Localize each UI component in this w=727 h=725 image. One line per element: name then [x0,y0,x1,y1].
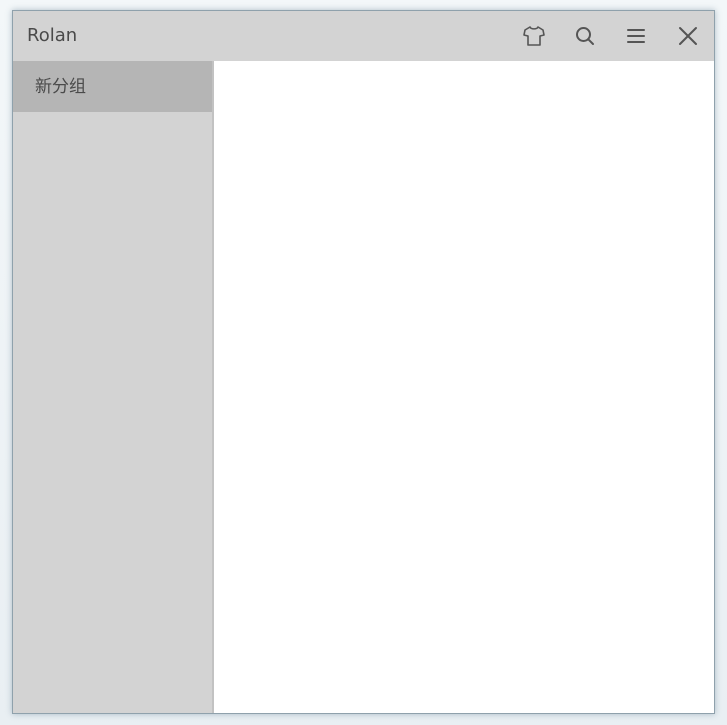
desktop-background: Rolan 新分组 [0,0,727,725]
group-sidebar: 新分组 [13,61,214,713]
search-icon [574,25,596,47]
shirt-icon [522,25,546,47]
menu-icon [625,26,647,46]
content-area[interactable] [214,61,714,713]
close-button[interactable] [672,21,704,51]
sidebar-item-group[interactable]: 新分组 [13,61,212,112]
menu-button[interactable] [620,21,652,51]
group-label: 新分组 [35,77,86,97]
close-icon [677,25,699,47]
app-title: Rolan [27,25,78,46]
search-button[interactable] [569,21,601,51]
title-bar[interactable]: Rolan [13,11,714,61]
skin-button[interactable] [518,21,550,51]
rolan-window: Rolan 新分组 [12,10,715,714]
